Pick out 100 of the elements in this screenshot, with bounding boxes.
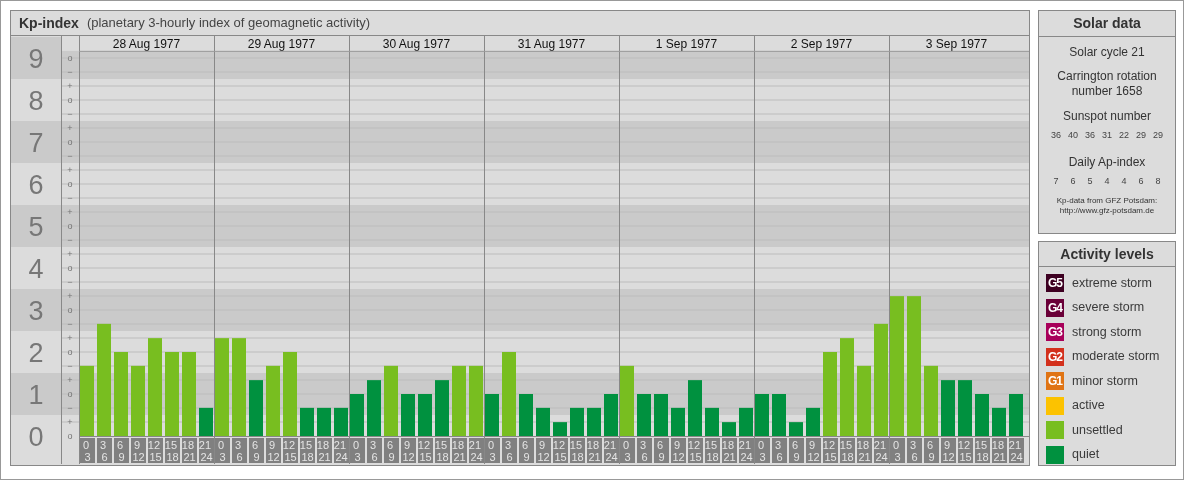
kp-bar bbox=[80, 365, 94, 436]
level-label: minor storm bbox=[1072, 372, 1138, 390]
kp-bar bbox=[266, 365, 280, 436]
panel-title: Activity levels bbox=[1039, 242, 1175, 267]
x-tick-label: 6 9 bbox=[656, 439, 665, 463]
minor-tick-label: − bbox=[67, 193, 73, 203]
time-label: 0 3 bbox=[890, 438, 905, 463]
time-label: 0 3 bbox=[80, 438, 95, 463]
solar-cycle-text: Solar cycle 21 bbox=[1069, 44, 1145, 61]
kp-bar bbox=[992, 407, 1006, 436]
kp-bar bbox=[536, 407, 550, 436]
y-axis-label: 0 bbox=[28, 422, 44, 452]
kp-bar bbox=[485, 394, 499, 436]
time-label: 15 18 bbox=[704, 438, 720, 463]
time-label: 18 21 bbox=[991, 438, 1007, 463]
x-tick-label: 3 6 bbox=[639, 439, 648, 463]
x-tick-label: 3 6 bbox=[504, 439, 513, 463]
time-label: 3 6 bbox=[502, 438, 517, 463]
minor-tick-label: + bbox=[67, 291, 73, 301]
x-tick-label: 6 9 bbox=[791, 439, 800, 463]
minor-tick-label: o bbox=[67, 53, 73, 63]
date-label: 29 Aug 1977 bbox=[247, 37, 316, 51]
y-axis-label: 2 bbox=[28, 338, 44, 368]
minor-tick-label: − bbox=[67, 319, 73, 329]
time-label: 21 24 bbox=[198, 438, 214, 463]
time-label: 21 24 bbox=[333, 438, 349, 463]
kp-bar bbox=[604, 394, 618, 436]
minor-tick-label: + bbox=[67, 123, 73, 133]
carrington-rotation-text: Carrington rotation number 1658 bbox=[1056, 69, 1158, 99]
minor-tick-label: o bbox=[67, 179, 73, 189]
y-axis-label: 9 bbox=[28, 44, 44, 74]
level-swatch: G1 bbox=[1046, 372, 1064, 391]
minor-tick-label: − bbox=[67, 277, 73, 287]
y-axis-label: 4 bbox=[28, 254, 44, 284]
y-axis-label: 5 bbox=[28, 212, 44, 242]
kp-bar bbox=[334, 407, 348, 436]
x-tick-label: 0 3 bbox=[487, 439, 496, 463]
minor-tick-label: o bbox=[67, 221, 73, 231]
level-label: extreme storm bbox=[1072, 274, 1152, 292]
time-label: 3 6 bbox=[907, 438, 922, 463]
time-label: 21 24 bbox=[738, 438, 754, 463]
kp-bar bbox=[637, 394, 651, 436]
level-swatch: G2 bbox=[1046, 347, 1064, 366]
time-label: 3 6 bbox=[772, 438, 787, 463]
x-tick-label: 3 6 bbox=[99, 439, 108, 463]
x-tick-label: 3 6 bbox=[234, 439, 243, 463]
y-axis-label: 1 bbox=[28, 380, 44, 410]
kp-bar bbox=[857, 365, 871, 436]
time-label: 6 9 bbox=[519, 438, 534, 463]
ap-index-value: 4 bbox=[1121, 174, 1127, 188]
x-tick-label: 0 3 bbox=[622, 439, 631, 463]
time-label: 3 6 bbox=[97, 438, 112, 463]
time-label: 3 6 bbox=[637, 438, 652, 463]
time-label: 12 15 bbox=[957, 438, 973, 463]
time-label: 3 6 bbox=[232, 438, 247, 463]
date-label: 31 Aug 1977 bbox=[517, 37, 586, 51]
kp-bar bbox=[131, 365, 145, 436]
kp-bar bbox=[350, 394, 364, 436]
kp-bar bbox=[975, 394, 989, 436]
kp-bar bbox=[553, 422, 567, 436]
date-label: 1 Sep 1977 bbox=[655, 37, 718, 51]
ap-index-value: 6 bbox=[1070, 174, 1076, 188]
x-tick-label: 6 9 bbox=[116, 439, 125, 463]
time-label: 15 18 bbox=[299, 438, 315, 463]
minor-tick-label: o bbox=[67, 431, 73, 441]
sunspot-value: 29 bbox=[1153, 129, 1164, 142]
time-label: 15 18 bbox=[434, 438, 450, 463]
time-label: 9 12 bbox=[266, 438, 281, 463]
minor-tick-label: − bbox=[67, 361, 73, 371]
kp-bar bbox=[654, 394, 668, 436]
time-label: 18 21 bbox=[856, 438, 872, 463]
time-label: 0 3 bbox=[485, 438, 500, 463]
level-swatch: G5 bbox=[1046, 274, 1064, 293]
minor-tick-label: o bbox=[67, 389, 73, 399]
minor-tick-label: + bbox=[67, 81, 73, 91]
minor-tick-label: + bbox=[67, 417, 73, 427]
time-label: 12 15 bbox=[282, 438, 298, 463]
ap-index-value: 7 bbox=[1053, 174, 1059, 188]
x-tick-label: 3 6 bbox=[909, 439, 918, 463]
x-tick-label: 6 9 bbox=[251, 439, 260, 463]
level-label: strong storm bbox=[1072, 323, 1142, 341]
kp-bar bbox=[300, 407, 314, 436]
x-tick-label: 0 3 bbox=[352, 439, 361, 463]
ap-index-value: 5 bbox=[1087, 174, 1093, 188]
kp-bar bbox=[1009, 394, 1023, 436]
ap-index-value: 8 bbox=[1155, 174, 1161, 188]
kp-bar bbox=[435, 380, 449, 436]
x-tick-label: 0 3 bbox=[82, 439, 91, 463]
time-label: 9 12 bbox=[941, 438, 956, 463]
kp-bar bbox=[469, 365, 483, 436]
time-label: 9 12 bbox=[131, 438, 146, 463]
minor-tick-label: o bbox=[67, 305, 73, 315]
y-axis-label: 3 bbox=[28, 296, 44, 326]
minor-tick-label: − bbox=[67, 109, 73, 119]
data-source-link[interactable]: http://www.gfz-potsdam.de bbox=[1059, 206, 1155, 216]
time-label: 9 12 bbox=[806, 438, 821, 463]
time-label: 18 21 bbox=[316, 438, 332, 463]
date-label: 28 Aug 1977 bbox=[112, 37, 181, 51]
sunspot-value: 40 bbox=[1067, 129, 1078, 142]
kp-bar bbox=[249, 380, 263, 436]
